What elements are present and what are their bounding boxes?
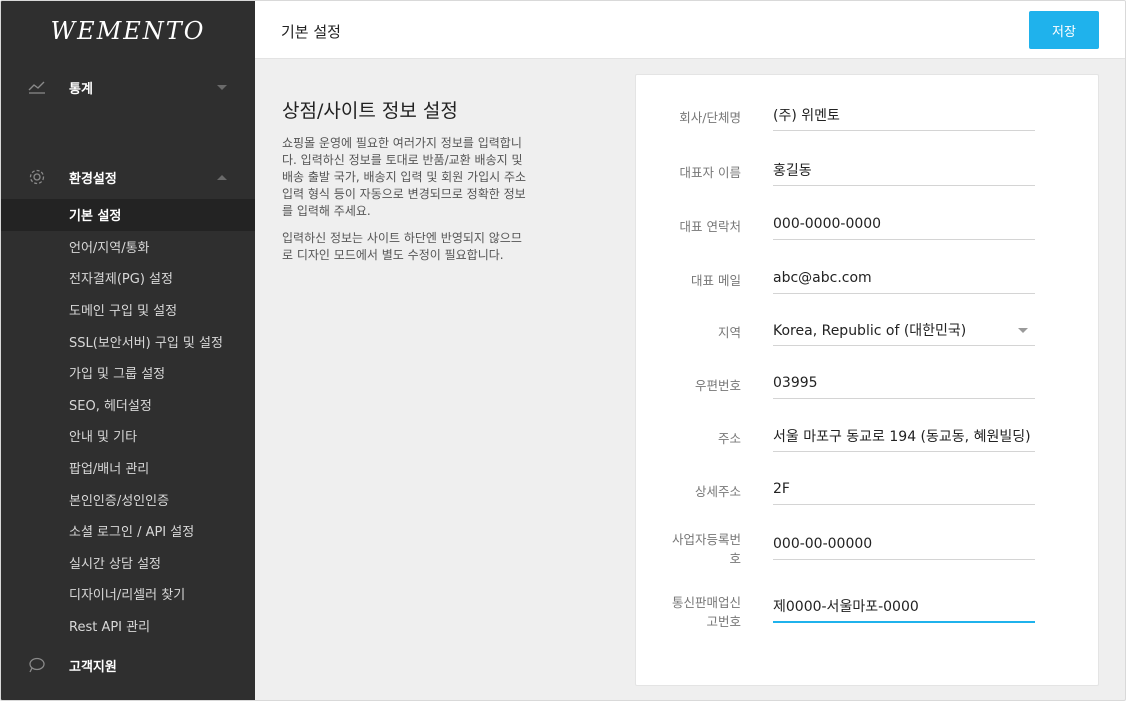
email-input[interactable]: [773, 262, 1035, 294]
field-label: 우편번호: [694, 378, 741, 393]
gear-icon: [27, 167, 47, 187]
chart-line-icon: [27, 77, 47, 97]
field-label: 사업자등록번호: [671, 532, 741, 566]
sidebar-group-label: 환경설정: [69, 171, 117, 187]
field-label: 통신판매업신고번호: [671, 595, 741, 629]
sidebar-item-language[interactable]: 언어/지역/통화: [1, 231, 255, 263]
section-description: 쇼핑몰 운영에 필요한 여러가지 정보를 입력합니다. 입력하신 정보를 토대로…: [282, 136, 527, 218]
sidebar-item-guide[interactable]: 안내 및 기타: [1, 420, 255, 452]
ecommerce-license-input[interactable]: [773, 591, 1035, 623]
chevron-down-icon[interactable]: [1018, 328, 1028, 333]
field-label: 주소: [717, 431, 741, 446]
top-header: 기본 설정 저장: [255, 1, 1125, 59]
sidebar-submenu: 기본 설정 언어/지역/통화 전자결제(PG) 설정 도메인 구입 및 설정 S…: [1, 199, 255, 641]
page-title: 기본 설정: [281, 23, 341, 41]
logo: WEMENTO: [50, 17, 206, 45]
sidebar-item-designer-reseller[interactable]: 디자이너/리셀러 찾기: [1, 578, 255, 610]
sidebar-item-domain[interactable]: 도메인 구입 및 설정: [1, 294, 255, 326]
phone-input[interactable]: [773, 208, 1035, 240]
sidebar-item-signup-groups[interactable]: 가입 및 그룹 설정: [1, 357, 255, 389]
chevron-up-icon: [217, 174, 227, 180]
sidebar: WEMENTO 통계 환경설정 기본 설정 언어/지역/통화 전자결제(PG) …: [1, 1, 255, 700]
section-note: 입력하신 정보는 사이트 하단엔 반영되지 않으므로 디자인 모드에서 별도 수…: [282, 231, 522, 262]
field-label: 지역: [717, 325, 741, 340]
sidebar-group-stats[interactable]: 통계: [1, 75, 255, 99]
field-label: 회사/단체명: [679, 110, 741, 125]
ceo-name-input[interactable]: [773, 154, 1035, 186]
chat-bubble-icon: [27, 655, 47, 675]
address-input[interactable]: [773, 420, 1035, 452]
company-name-input[interactable]: [773, 99, 1035, 131]
sidebar-item-verification[interactable]: 본인인증/성인인증: [1, 483, 255, 515]
sidebar-group-label: 통계: [69, 81, 93, 97]
field-label: 대표 메일: [691, 273, 741, 288]
save-button[interactable]: 저장: [1029, 11, 1099, 49]
sidebar-item-basic-settings[interactable]: 기본 설정: [1, 199, 255, 231]
zipcode-input[interactable]: [773, 367, 1035, 399]
section-title: 상점/사이트 정보 설정: [282, 100, 458, 122]
sidebar-item-popup-banner[interactable]: 팝업/배너 관리: [1, 452, 255, 484]
field-label: 상세주소: [694, 484, 741, 499]
sidebar-group-settings[interactable]: 환경설정: [1, 165, 255, 189]
sidebar-item-live-chat[interactable]: 실시간 상담 설정: [1, 547, 255, 579]
sidebar-group-label: 고객지원: [69, 659, 117, 675]
sidebar-item-social-login[interactable]: 소셜 로그인 / API 설정: [1, 515, 255, 547]
address-detail-input[interactable]: [773, 473, 1035, 505]
sidebar-item-payment[interactable]: 전자결제(PG) 설정: [1, 262, 255, 294]
store-info-form: 회사/단체명 대표자 이름 대표 연락처 대표 메일 지역 우편번호 주소: [635, 74, 1099, 686]
app-window: WEMENTO 통계 환경설정 기본 설정 언어/지역/통화 전자결제(PG) …: [0, 0, 1126, 701]
business-number-input[interactable]: [773, 528, 1035, 560]
region-select[interactable]: [773, 314, 1035, 346]
sidebar-item-ssl[interactable]: SSL(보안서버) 구입 및 설정: [1, 325, 255, 357]
sidebar-item-rest-api[interactable]: Rest API 관리: [1, 610, 255, 642]
chevron-down-icon: [217, 84, 227, 90]
sidebar-group-support[interactable]: 고객지원: [1, 653, 255, 677]
field-label: 대표자 이름: [679, 165, 741, 180]
field-label: 대표 연락처: [679, 219, 741, 234]
section-intro: 상점/사이트 정보 설정 쇼핑몰 운영에 필요한 여러가지 정보를 입력합니다.…: [282, 96, 532, 274]
sidebar-item-seo[interactable]: SEO, 헤더설정: [1, 389, 255, 421]
